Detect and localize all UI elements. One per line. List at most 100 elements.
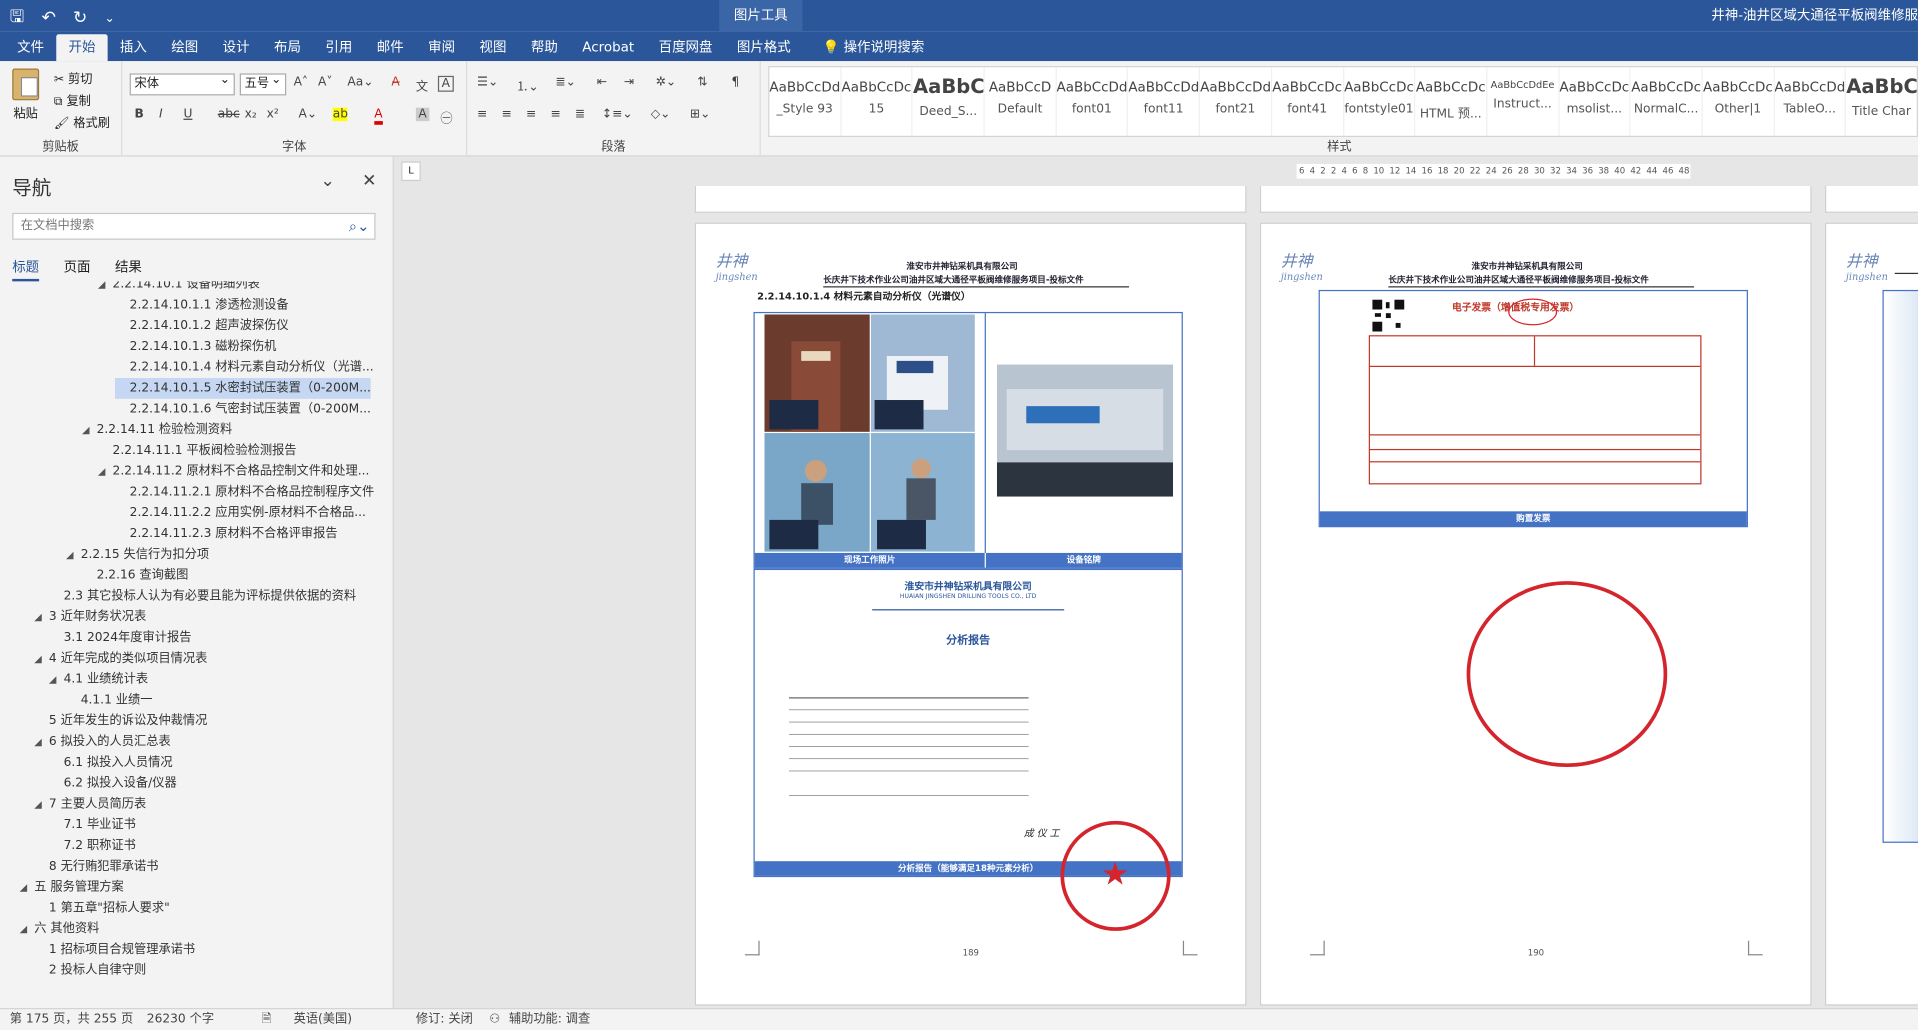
collapse-triangle-icon[interactable]: ◢ bbox=[34, 794, 49, 815]
outline-item[interactable]: ◢ 7 主要人员简历表 bbox=[34, 794, 146, 815]
outline-item[interactable]: 8 无行贿犯罪承诺书 bbox=[34, 856, 159, 877]
status-accessibility[interactable]: 辅助功能: 调查 bbox=[509, 1009, 590, 1030]
nav-tab-pages[interactable]: 页面 bbox=[64, 257, 91, 281]
horizontal-ruler[interactable]: 6 4 2 2 4 6 8 10 12 14 16 18 20 22 24 26… bbox=[1296, 163, 1691, 179]
superscript-icon[interactable]: x² bbox=[267, 108, 279, 121]
status-words[interactable]: 26230 个字 bbox=[147, 1009, 214, 1030]
enclose-char-icon[interactable]: ㊀ bbox=[440, 108, 452, 126]
save-icon[interactable]: 🖫 bbox=[10, 4, 25, 33]
numbering-icon[interactable]: ⒈⌄ bbox=[516, 76, 538, 94]
strikethrough-icon[interactable]: abc bbox=[218, 108, 240, 121]
tab-help[interactable]: 帮助 bbox=[519, 34, 570, 61]
decrease-indent-icon[interactable]: ⇤ bbox=[597, 76, 607, 89]
justify-icon[interactable]: ≡ bbox=[550, 108, 560, 121]
proofing-icon[interactable]: 🗎 bbox=[262, 1009, 272, 1030]
outline-item[interactable]: 6.2 拟投入设备/仪器 bbox=[49, 773, 177, 794]
outline-item[interactable]: ◢ 4 近年完成的类似项目情况表 bbox=[34, 648, 207, 669]
shrink-font-icon[interactable]: A˅ bbox=[318, 76, 332, 89]
char-shading-icon[interactable]: A bbox=[415, 107, 430, 122]
tab-selector[interactable]: L bbox=[401, 161, 421, 182]
font-color-icon[interactable]: A bbox=[374, 108, 383, 125]
chinese-layout-icon[interactable]: ✲⌄ bbox=[656, 76, 677, 89]
multilevel-list-icon[interactable]: ≣⌄ bbox=[555, 76, 576, 89]
tab-draw[interactable]: 绘图 bbox=[159, 34, 210, 61]
collapse-triangle-icon[interactable]: ◢ bbox=[20, 919, 35, 940]
collapse-triangle-icon[interactable]: ◢ bbox=[66, 544, 81, 565]
outline-item[interactable]: 3.1 2024年度审计报告 bbox=[49, 628, 192, 649]
chevron-down-icon[interactable]: ⌄ bbox=[320, 171, 334, 191]
tab-home[interactable]: 开始 bbox=[56, 34, 108, 62]
outline-item[interactable]: ◢ 6 拟投入的人员汇总表 bbox=[34, 732, 170, 753]
site-work-photos[interactable] bbox=[764, 314, 975, 552]
outline-item[interactable]: 6.1 拟投入人员情况 bbox=[49, 752, 173, 773]
outline-item[interactable]: 4.1.1 业绩一 bbox=[66, 690, 153, 711]
outline-item-selected[interactable]: 2.2.14.10.1.5 水密封试压装置（0-200M... bbox=[114, 377, 371, 399]
search-icon[interactable]: ⌕⌄ bbox=[349, 214, 370, 238]
collapse-triangle-icon[interactable]: ◢ bbox=[20, 877, 35, 898]
status-language[interactable]: 英语(美国) bbox=[294, 1009, 352, 1030]
style-item[interactable]: AaBbC Title Char bbox=[1846, 67, 1917, 136]
tab-baidu-netdisk[interactable]: 百度网盘 bbox=[646, 34, 724, 61]
tell-me-search[interactable]: 💡 操作说明搜索 bbox=[810, 34, 936, 61]
style-item[interactable]: AaBbCcDdI font21 bbox=[1200, 67, 1272, 136]
outline-item[interactable]: 2.2.14.11.2.2 应用实例-原材料不合格品... bbox=[115, 503, 366, 524]
style-item[interactable]: AaBbCcD Default bbox=[985, 67, 1057, 136]
style-item[interactable]: AaBbCcDc msolist... bbox=[1559, 67, 1631, 136]
tab-references[interactable]: 引用 bbox=[313, 34, 364, 61]
bold-icon[interactable]: B bbox=[135, 108, 144, 121]
image-frame[interactable] bbox=[1882, 289, 1918, 843]
underline-icon[interactable]: U bbox=[183, 108, 192, 121]
sort-icon[interactable]: ⇅ bbox=[697, 76, 707, 89]
collapse-triangle-icon[interactable]: ◢ bbox=[98, 281, 113, 294]
tab-layout[interactable]: 布局 bbox=[262, 34, 313, 61]
outline-item[interactable]: ◢ 五 服务管理方案 bbox=[20, 877, 124, 898]
highlight-icon[interactable]: ab bbox=[332, 107, 348, 122]
outline-item[interactable]: 2.2.14.10.1.3 磁粉探伤机 bbox=[115, 336, 277, 357]
outline-item[interactable]: ◢ 六 其他资料 bbox=[20, 919, 100, 940]
show-marks-icon[interactable]: ¶ bbox=[731, 76, 739, 89]
tab-mailings[interactable]: 邮件 bbox=[365, 34, 416, 61]
outline-item[interactable]: 2.3 其它投标人认为有必要且能为评标提供依据的资料 bbox=[49, 586, 356, 607]
outline-item[interactable]: 2.2.14.10.1.1 渗透检测设备 bbox=[115, 295, 289, 316]
grow-font-icon[interactable]: A˄ bbox=[294, 76, 308, 89]
italic-icon[interactable]: I bbox=[159, 108, 163, 121]
subscript-icon[interactable]: x₂ bbox=[245, 108, 257, 121]
style-item[interactable]: AaBbCcDc font41 bbox=[1272, 67, 1344, 136]
style-item[interactable]: AaBbCcDc HTML 预... bbox=[1415, 67, 1488, 136]
collapse-triangle-icon[interactable]: ◢ bbox=[34, 732, 49, 753]
outline-item[interactable]: ◢ 4.1 业绩统计表 bbox=[49, 669, 148, 690]
text-effects-icon[interactable]: A⌄ bbox=[298, 108, 317, 121]
clear-format-icon[interactable]: A̶ bbox=[391, 76, 399, 89]
outline-item[interactable]: 7.1 毕业证书 bbox=[49, 815, 136, 836]
outline-item[interactable]: 2 投标人自律守则 bbox=[34, 960, 146, 981]
outline-item[interactable]: 2.2.14.11.1 平板阀检验检测报告 bbox=[98, 440, 297, 461]
tab-acrobat[interactable]: Acrobat bbox=[570, 34, 646, 61]
section-heading[interactable]: 2.2.14.10.1.4 材料元素自动分析仪（光谱仪） bbox=[757, 290, 970, 303]
undo-icon[interactable]: ↶ bbox=[42, 9, 56, 29]
align-left-icon[interactable]: ≡ bbox=[477, 108, 487, 121]
collapse-triangle-icon[interactable]: ◢ bbox=[34, 607, 49, 628]
tab-review[interactable]: 审阅 bbox=[416, 34, 467, 61]
outline-item[interactable]: 1 第五章"招标人要求" bbox=[34, 898, 170, 919]
style-item[interactable]: AaBbCcDc NormalC... bbox=[1631, 67, 1703, 136]
redo-icon[interactable]: ↻ bbox=[73, 9, 87, 29]
align-center-icon[interactable]: ≡ bbox=[502, 108, 512, 121]
document-canvas[interactable]: 井神 jingshen 淮安市井神钻采机具有限公司 长庆井下技术作业公司油井区域大… bbox=[393, 185, 1918, 1008]
cut-button[interactable]: ✂ 剪切 bbox=[54, 69, 93, 86]
photo-frame[interactable]: 现场工作照片 设备铭牌 bbox=[753, 311, 1183, 569]
style-item[interactable]: AaBbCcDdI _Style 93 bbox=[769, 67, 842, 136]
accessibility-icon[interactable]: ⚇ bbox=[489, 1009, 500, 1030]
distributed-icon[interactable]: ≣ bbox=[575, 108, 585, 121]
outline-item[interactable]: 2.2.14.10.1.4 材料元素自动分析仪（光谱... bbox=[115, 357, 374, 378]
tab-file[interactable]: 文件 bbox=[5, 34, 56, 61]
collapse-triangle-icon[interactable]: ◢ bbox=[98, 461, 113, 482]
outline-item[interactable]: 1 招标项目合规管理承诺书 bbox=[34, 939, 195, 960]
outline-item[interactable]: ◢ 3 近年财务状况表 bbox=[34, 607, 146, 628]
bullets-icon[interactable]: ☰⌄ bbox=[477, 76, 498, 89]
collapse-triangle-icon[interactable]: ◢ bbox=[34, 648, 49, 669]
nav-tab-headings[interactable]: 标题 bbox=[12, 257, 40, 282]
tab-view[interactable]: 视图 bbox=[467, 34, 518, 61]
nameplate-photo[interactable] bbox=[996, 364, 1174, 497]
outline-item[interactable]: 2.2.14.11.2.3 原材料不合格评审报告 bbox=[115, 524, 338, 545]
nav-tab-results[interactable]: 结果 bbox=[115, 257, 142, 281]
